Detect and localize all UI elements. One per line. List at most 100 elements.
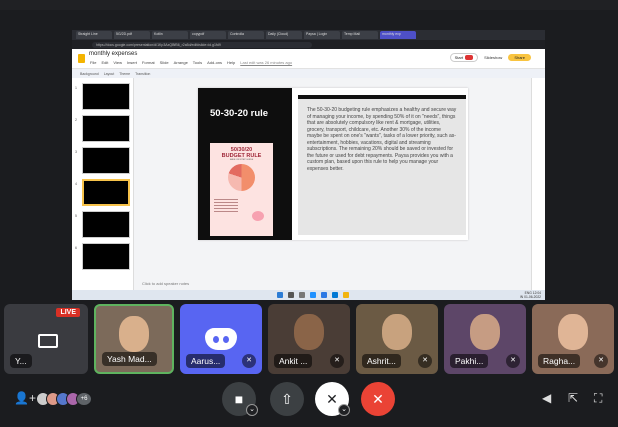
participant-video: [294, 314, 324, 350]
discord-avatar-icon: [205, 328, 237, 350]
slide-left-panel: 50-30-20 rule 50/30/20 BUDGET RULE SAVE …: [198, 88, 292, 240]
thumb-number: 2: [75, 118, 77, 122]
menu-edit[interactable]: Edit: [101, 60, 108, 65]
slide-thumbnail[interactable]: [82, 243, 130, 270]
doc-header: monthly expenses File Edit View Insert F…: [72, 49, 545, 69]
start-icon[interactable]: [277, 292, 283, 298]
theme-button[interactable]: Theme: [119, 72, 130, 76]
menu-slide[interactable]: Slide: [160, 60, 169, 65]
add-person-icon[interactable]: 👤+: [14, 391, 36, 405]
slide-body-text: The 50-30-20 budgeting rule emphasizes a…: [307, 107, 457, 172]
slide-textbox[interactable]: The 50-30-20 budgeting rule emphasizes a…: [298, 99, 466, 235]
mic-options-chevron-icon[interactable]: ⌄: [338, 404, 350, 416]
last-edit-link[interactable]: Last edit was 26 minutes ago: [240, 60, 292, 65]
participant-tile[interactable]: Ragha... ✕: [532, 304, 614, 374]
poster-text-lines: [214, 199, 238, 214]
participant-video: [470, 314, 500, 350]
search-icon[interactable]: [288, 292, 294, 298]
participant-tile[interactable]: Aarus... ✕: [180, 304, 262, 374]
speaker-notes-field[interactable]: Click to add speaker notes: [142, 281, 189, 286]
menu-help[interactable]: Help: [227, 60, 235, 65]
slide-thumbnail[interactable]: [82, 115, 130, 142]
tray-date: 01-06-2022: [524, 295, 541, 299]
participant-tile[interactable]: Ankit ... ✕: [268, 304, 350, 374]
shared-screen: Straight Line 5G/2D.pdf Kotlin copypdf C…: [72, 30, 545, 300]
edge-icon[interactable]: [310, 292, 316, 298]
participant-tile[interactable]: Pakhi... ✕: [444, 304, 526, 374]
participant-tile[interactable]: LIVE Y...: [4, 304, 88, 374]
browser-tab-active[interactable]: monthly exp: [380, 31, 416, 39]
participant-video: [558, 314, 588, 350]
participant-count: +6: [76, 392, 92, 406]
share-screen-button[interactable]: ⇧: [270, 382, 304, 416]
slide-thumbnail[interactable]: [82, 83, 130, 110]
slide-thumbnail[interactable]: [82, 211, 130, 238]
tray-region: IN: [519, 295, 524, 299]
mic-off-icon: ✕: [418, 354, 432, 368]
slide-thumbnail-active[interactable]: [82, 179, 130, 206]
participant-name: Pakhi...: [450, 354, 489, 368]
participant-name: Ragha...: [538, 354, 581, 368]
transition-button[interactable]: Transition: [135, 72, 150, 76]
taskbar-icons: [277, 292, 349, 298]
call-controls: 👤+ +6 ■ ⌄ ⇧ ✕ ⌄ ✕ ◀ ⇱ ⛶: [0, 380, 618, 420]
participant-video: [119, 316, 149, 352]
document-title[interactable]: monthly expenses: [89, 51, 137, 57]
thumb-number: 5: [75, 214, 77, 218]
slide-thumbnails: 1 2 3 4 5 6: [72, 78, 134, 290]
background-button[interactable]: Background: [80, 72, 99, 76]
browser-tab[interactable]: 5G/2D.pdf: [114, 31, 150, 39]
slide-thumbnail[interactable]: [82, 147, 130, 174]
menu-format[interactable]: Format: [142, 60, 155, 65]
start-button[interactable]: Start: [449, 53, 479, 63]
menu-tools[interactable]: Tools: [193, 60, 202, 65]
pie-graphic: [228, 164, 255, 191]
layout-button[interactable]: Layout: [104, 72, 115, 76]
browser-tab[interactable]: Kotlin: [152, 31, 188, 39]
participant-tile[interactable]: Ashrit... ✕: [356, 304, 438, 374]
windows-taskbar: ENG 12:04 IN 01-06-2022: [72, 290, 545, 300]
participant-tile-speaking[interactable]: Yash Mad...: [94, 304, 174, 374]
participant-name: Ashrit...: [362, 354, 401, 368]
thumb-number: 1: [75, 86, 77, 90]
chrome-icon[interactable]: [321, 292, 327, 298]
system-tray: ENG 12:04 IN 01-06-2022: [520, 291, 541, 299]
url-field[interactable]: https://docs.google.com/presentation/d/1…: [92, 41, 312, 48]
menu-insert[interactable]: Insert: [127, 60, 137, 65]
side-panel: [531, 78, 545, 290]
browser-tab[interactable]: Straight Line: [76, 31, 112, 39]
menu-arrange[interactable]: Arrange: [174, 60, 188, 65]
slide-canvas[interactable]: 50-30-20 rule 50/30/20 BUDGET RULE SAVE …: [198, 88, 468, 240]
browser-tab-strip: Straight Line 5G/2D.pdf Kotlin copypdf C…: [72, 30, 545, 40]
browser-tab[interactable]: copypdf: [190, 31, 226, 39]
participant-name: Ankit ...: [274, 354, 313, 368]
thumb-number: 4: [75, 182, 77, 186]
browser-tab[interactable]: Paysa | Login: [304, 31, 340, 39]
live-badge: LIVE: [56, 308, 80, 317]
participant-video: [382, 314, 412, 350]
leave-call-button[interactable]: ✕: [361, 382, 395, 416]
fullscreen-icon[interactable]: ⛶: [594, 391, 602, 406]
editor-workspace: 1 2 3 4 5 6 50-30-20 rule 50/30/20 BUDGE…: [72, 78, 545, 290]
browser-tab[interactable]: Daily (Cloud): [266, 31, 302, 39]
browser-tab[interactable]: Temp Mail: [342, 31, 378, 39]
menu-view[interactable]: View: [113, 60, 122, 65]
browser-tab[interactable]: Controlla: [228, 31, 264, 39]
menu-addons[interactable]: Add-ons: [207, 60, 222, 65]
slideshow-button[interactable]: Slideshow: [484, 55, 502, 60]
share-button[interactable]: Share: [508, 54, 531, 62]
mic-off-icon: ✕: [594, 354, 608, 368]
camera-options-chevron-icon[interactable]: ⌄: [246, 404, 258, 416]
participant-avatars[interactable]: +6: [36, 392, 92, 406]
task-view-icon[interactable]: [299, 292, 305, 298]
speaker-icon[interactable]: ◀: [542, 391, 551, 405]
slides-logo-icon: [78, 54, 85, 63]
vscode-icon[interactable]: [332, 292, 338, 298]
slide-title[interactable]: 50-30-20 rule: [210, 108, 270, 120]
thumb-number: 3: [75, 150, 77, 154]
poster-caption: SAVE ON STEP GUIDE: [229, 159, 254, 161]
pop-out-icon[interactable]: ⇱: [568, 391, 578, 405]
menu-file[interactable]: File: [90, 60, 96, 65]
folder-icon[interactable]: [343, 292, 349, 298]
thumb-number: 6: [75, 246, 77, 250]
